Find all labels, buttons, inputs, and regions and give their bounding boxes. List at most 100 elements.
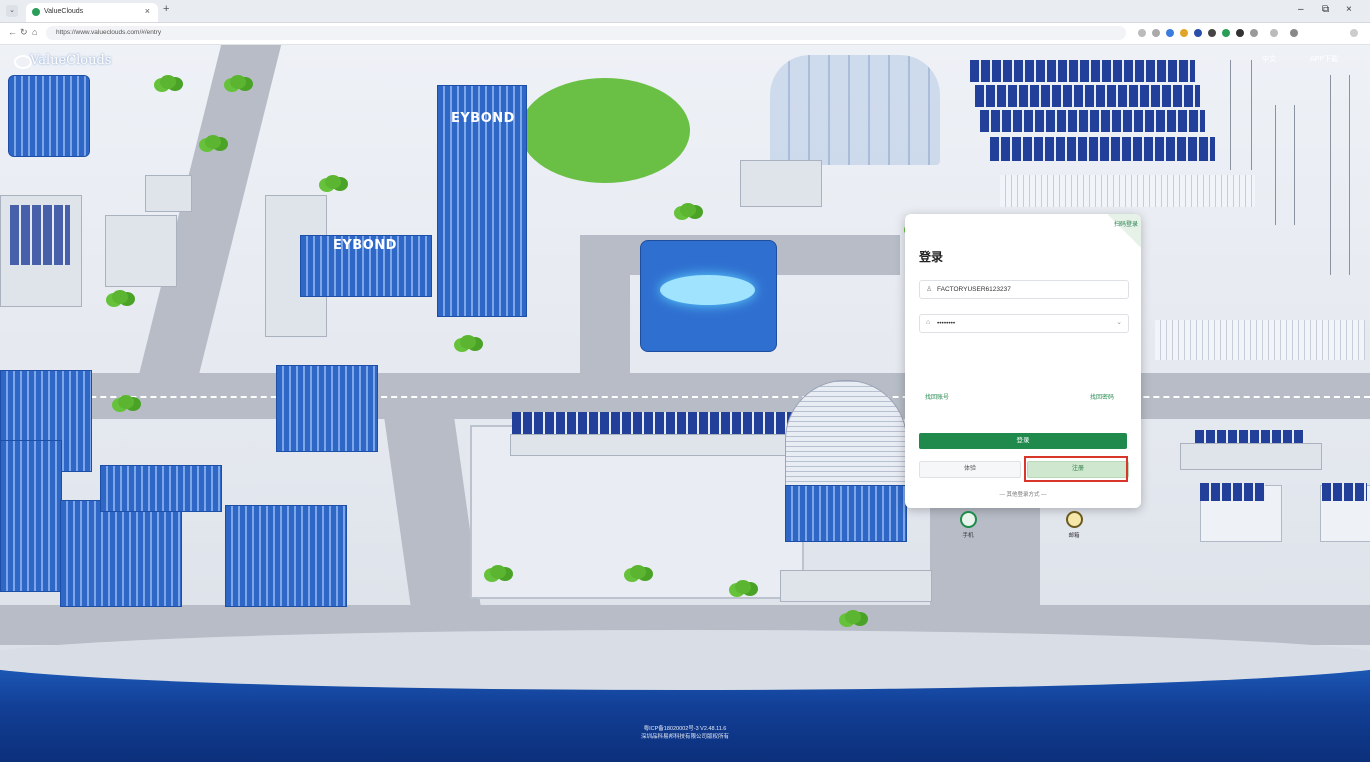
silos <box>8 75 90 157</box>
greenhouse <box>770 55 940 165</box>
tree <box>490 565 506 579</box>
profile-icon[interactable] <box>1290 29 1298 37</box>
road-marking <box>0 396 1370 398</box>
extension-icon[interactable] <box>1166 29 1174 37</box>
tower-sign: EYBOND <box>451 111 515 126</box>
tree <box>118 395 134 409</box>
extension-icon[interactable] <box>1194 29 1202 37</box>
entry-page: EYBOND EYBOND ValueClouds 中文 APP下载 粤ICP备… <box>0 45 1370 762</box>
tree <box>160 75 176 89</box>
login-button[interactable]: 登录 <box>919 433 1127 449</box>
tree <box>325 175 341 189</box>
battery-storage <box>1000 175 1255 207</box>
solar-array <box>990 137 1215 161</box>
url-text: https://www.valueclouds.com/#/entry <box>56 29 162 36</box>
more-icon[interactable] <box>1350 29 1358 37</box>
email-icon <box>1065 511 1083 528</box>
username-value: FACTORYUSER6123237 <box>937 286 1011 293</box>
phone-login-label: 手机 <box>962 533 974 539</box>
station <box>740 160 822 207</box>
new-tab-button[interactable]: + <box>163 3 169 15</box>
apartment <box>60 500 182 607</box>
lock-icon: ⌂ <box>926 319 931 326</box>
footer-icp[interactable]: 粤ICP备18020002号-3 V2.48.11.6 <box>560 725 810 733</box>
extension-icon[interactable] <box>1236 29 1244 37</box>
password-value: •••••••• <box>937 320 956 327</box>
favorite-icon[interactable] <box>1152 29 1160 37</box>
solar-carport <box>512 412 797 434</box>
phone-icon <box>959 511 977 528</box>
tree <box>630 565 646 579</box>
refresh-icon[interactable]: ↻ <box>20 27 28 38</box>
footer-copyright: 深圳品科易邦科技有限公司版权所有 <box>640 734 729 740</box>
extension-icon[interactable] <box>1250 29 1258 37</box>
tree <box>680 203 696 217</box>
user-icon: ♙ <box>926 286 933 293</box>
extension-icon[interactable] <box>1180 29 1188 37</box>
transmission-tower <box>1275 105 1295 225</box>
apartment <box>276 365 378 452</box>
favicon-icon <box>32 8 40 16</box>
footer: 粤ICP备18020002号-3 V2.48.11.6 深圳品科易邦科技有限公司… <box>560 725 810 741</box>
username-field[interactable]: ♙ FACTORYUSER6123237 <box>919 280 1129 299</box>
home-icon[interactable]: ⌂ <box>32 27 37 37</box>
tree <box>205 135 221 149</box>
password-field[interactable]: ⌂ •••••••• ⌄ <box>919 314 1129 333</box>
eye-icon[interactable]: ⌄ <box>1116 318 1122 326</box>
tab-close-icon[interactable]: × <box>145 6 150 16</box>
favorites-icon[interactable] <box>1270 29 1278 37</box>
tree <box>230 75 246 89</box>
transmission-tower <box>1230 60 1252 170</box>
browser-tab[interactable]: ValueClouds × <box>26 3 158 22</box>
hangar-facade <box>785 485 907 542</box>
tree <box>112 290 128 304</box>
apartment <box>100 465 222 512</box>
tree <box>735 580 751 594</box>
tab-menu-icon[interactable]: ⌄ <box>6 5 18 17</box>
register-highlight <box>1024 456 1128 482</box>
tree <box>845 610 861 624</box>
solar-roof <box>1200 483 1265 501</box>
tree <box>460 335 476 349</box>
login-title: 登录 <box>919 250 944 264</box>
tab-title: ValueClouds <box>44 8 84 15</box>
shed <box>145 175 192 212</box>
qr-login-corner[interactable]: 扫码登录 <box>1107 214 1141 248</box>
browser-tab-bar: ⌄ ValueClouds × + – ⧉ × <box>0 0 1370 23</box>
solar-roof <box>10 205 70 265</box>
house <box>1180 443 1322 470</box>
address-bar-row: ← ↻ ⌂ https://www.valueclouds.com/#/entr… <box>0 23 1370 45</box>
apartment <box>0 440 62 592</box>
forgot-password-link[interactable]: 找回密码 <box>1090 392 1114 401</box>
solar-roof <box>1195 430 1305 444</box>
transmission-tower <box>1330 75 1350 275</box>
solar-roof <box>1322 483 1367 501</box>
find-account-link[interactable]: 找回账号 <box>925 392 949 401</box>
park-lawn <box>520 78 690 183</box>
extension-icon[interactable] <box>1208 29 1216 37</box>
email-login[interactable]: 邮箱 <box>1054 511 1094 539</box>
carport-base <box>510 434 802 456</box>
valueclouds-logo: ValueClouds <box>30 53 112 68</box>
close-window-button[interactable]: × <box>1346 4 1352 15</box>
email-login-label: 邮箱 <box>1068 533 1080 539</box>
warehouse <box>105 215 177 287</box>
solar-array <box>980 110 1205 132</box>
maximize-button[interactable]: ⧉ <box>1322 4 1329 15</box>
back-icon[interactable]: ← <box>8 27 17 37</box>
charging-station <box>780 570 932 602</box>
solar-array <box>975 85 1200 107</box>
minimize-button[interactable]: – <box>1298 4 1304 15</box>
search-icon[interactable] <box>1138 29 1146 37</box>
phone-login[interactable]: 手机 <box>948 511 988 539</box>
experience-button[interactable]: 体验 <box>919 461 1021 478</box>
language-switch[interactable]: 中文 <box>1262 54 1276 64</box>
qr-login-label: 扫码登录 <box>1113 222 1138 228</box>
app-download-link[interactable]: APP下载 <box>1310 54 1338 64</box>
battery-storage <box>1155 320 1365 360</box>
apartment <box>225 505 347 607</box>
hub-glow <box>660 275 755 305</box>
url-input[interactable]: https://www.valueclouds.com/#/entry <box>46 26 1126 40</box>
building-sign: EYBOND <box>333 238 397 253</box>
extension-icon[interactable] <box>1222 29 1230 37</box>
